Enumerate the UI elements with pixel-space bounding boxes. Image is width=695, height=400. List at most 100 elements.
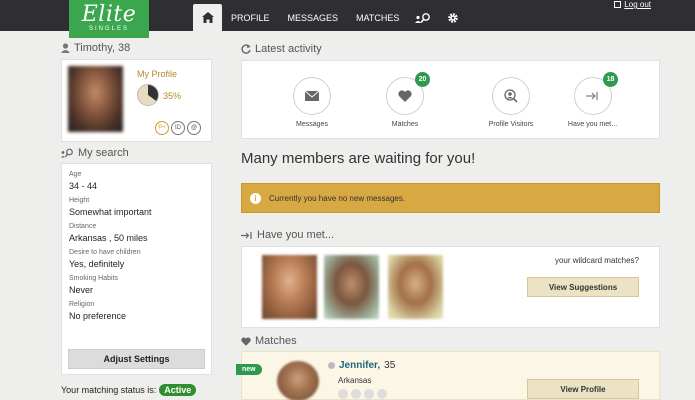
criteria-value: Somewhat important: [69, 207, 152, 217]
home-icon: [201, 12, 214, 23]
activity-header: Latest activity: [241, 43, 322, 55]
match-photo[interactable]: [277, 361, 319, 400]
step-circle: [351, 389, 361, 399]
wildcard-text: your wildcard matches?: [554, 256, 639, 265]
new-badge: new: [236, 364, 262, 375]
have-you-met-header: Have you met...: [241, 229, 334, 241]
suggestion-photo[interactable]: [262, 255, 317, 319]
home-tab[interactable]: [193, 4, 222, 31]
criteria-value: Yes, definitely: [69, 259, 125, 269]
info-icon: i: [250, 192, 261, 204]
match-name[interactable]: Jennifer,: [339, 360, 380, 371]
adjust-settings-button[interactable]: Adjust Settings: [68, 349, 205, 369]
criteria-value: 34 - 44: [69, 181, 98, 191]
profile-name: Timothy, 38: [74, 42, 131, 54]
suggestion-photo[interactable]: [324, 255, 379, 319]
latest-activity-panel: Messages 20 Matches Profile Visitors 18 …: [241, 60, 660, 139]
criteria-label: Height: [69, 197, 90, 204]
activity-visitors[interactable]: Profile Visitors: [471, 77, 551, 128]
match-name-line: Jennifer, 35: [328, 360, 395, 371]
criteria-label: Smoking Habits: [69, 275, 119, 282]
arrow-in-icon: [241, 231, 252, 239]
view-suggestions-button[interactable]: View Suggestions: [527, 277, 639, 297]
profile-completion-pie: [137, 84, 159, 106]
nav-messages[interactable]: MESSAGES: [279, 4, 348, 31]
matching-status: Your matching status is: Active: [61, 384, 197, 396]
criteria-label: Desire to have children: [69, 249, 141, 256]
verification-badges: P+ ID @: [155, 121, 201, 135]
profile-card: My Profile 35% P+ ID @: [61, 59, 212, 142]
count-badge: 18: [603, 72, 618, 87]
heart-icon: [241, 336, 251, 346]
search-header: My search: [61, 147, 129, 159]
step-circle: [377, 389, 387, 399]
criteria-smoking: Smoking Habits Never: [69, 274, 204, 297]
criteria-value: No preference: [69, 311, 127, 321]
activity-messages[interactable]: Messages: [272, 77, 352, 128]
nav-matches[interactable]: MATCHES: [347, 4, 408, 31]
premium-badge-icon[interactable]: P+: [155, 121, 169, 135]
step-circle: [338, 389, 348, 399]
status-label: Your matching status is:: [61, 385, 157, 395]
search-people-icon: [415, 12, 431, 23]
have-you-met-panel: your wildcard matches? View Suggestions: [241, 246, 660, 328]
profile-header: Timothy, 38: [61, 42, 130, 54]
criteria-religion: Religion No preference: [69, 300, 204, 323]
activity-label: Have you met…: [567, 121, 619, 128]
user-icon: [61, 43, 70, 53]
profile-completion-value: 35%: [163, 91, 182, 101]
activity-title: Latest activity: [255, 43, 322, 55]
refresh-icon: [241, 44, 251, 54]
gear-icon: [448, 12, 459, 23]
search-people-icon: [61, 148, 73, 158]
activity-have-you-met[interactable]: 18 Have you met…: [553, 72, 633, 128]
main-nav: PROFILE MESSAGES MATCHES: [193, 4, 468, 31]
visitor-icon: [504, 89, 518, 103]
match-age: 35: [384, 360, 396, 371]
elite-singles-logo[interactable]: Elite SINGLES: [69, 0, 149, 38]
activity-label: Profile Visitors: [488, 121, 534, 128]
profile-photo[interactable]: [68, 66, 123, 132]
envelope-icon: [305, 91, 319, 101]
step-circle: [364, 389, 374, 399]
no-messages-alert: i Currently you have no new messages.: [241, 183, 660, 213]
criteria-distance: Distance Arkansas , 50 miles: [69, 222, 204, 245]
criteria-value: Arkansas , 50 miles: [69, 233, 148, 243]
match-card: new Jennifer, 35 Arkansas View Profile: [236, 351, 660, 400]
criteria-label: Religion: [69, 301, 95, 308]
logo-word: Elite: [81, 2, 137, 27]
id-badge-icon[interactable]: ID: [171, 121, 185, 135]
count-badge: 20: [415, 72, 430, 87]
criteria-value: Never: [69, 285, 94, 295]
criteria-label: Age: [69, 171, 82, 178]
activity-circle: [492, 77, 530, 115]
criteria-children: Desire to have children Yes, definitely: [69, 248, 204, 271]
activity-circle: [293, 77, 331, 115]
activity-circle: 18: [574, 72, 618, 115]
criteria-label: Distance: [69, 223, 97, 230]
activity-label: Messages: [296, 121, 328, 128]
heart-icon: [398, 90, 412, 102]
have-you-met-title: Have you met...: [257, 229, 335, 241]
nav-search[interactable]: [408, 4, 438, 31]
logout-label: Log out: [624, 0, 651, 9]
my-profile-link[interactable]: My Profile: [137, 69, 177, 79]
criteria-age: Age 34 - 44: [69, 170, 204, 193]
arrow-in-icon: [586, 92, 598, 100]
activity-label: Matches: [391, 121, 419, 128]
nav-profile[interactable]: PROFILE: [222, 4, 279, 31]
activity-circle: 20: [386, 72, 430, 115]
status-badge[interactable]: Active: [159, 384, 197, 396]
online-status-icon: [328, 362, 335, 369]
matches-title: Matches: [255, 335, 297, 347]
match-steps: [338, 389, 387, 399]
alert-text: Currently you have no new messages.: [269, 193, 406, 203]
activity-matches[interactable]: 20 Matches: [365, 72, 445, 128]
suggestion-photo[interactable]: [388, 255, 443, 319]
my-search-panel: Age 34 - 44 Height Somewhat important Di…: [61, 163, 212, 375]
nav-settings[interactable]: [438, 4, 468, 31]
search-title: My search: [78, 147, 129, 159]
logout-link[interactable]: Log out: [614, 0, 651, 9]
email-badge-icon[interactable]: @: [187, 121, 201, 135]
view-profile-button[interactable]: View Profile: [527, 379, 639, 399]
